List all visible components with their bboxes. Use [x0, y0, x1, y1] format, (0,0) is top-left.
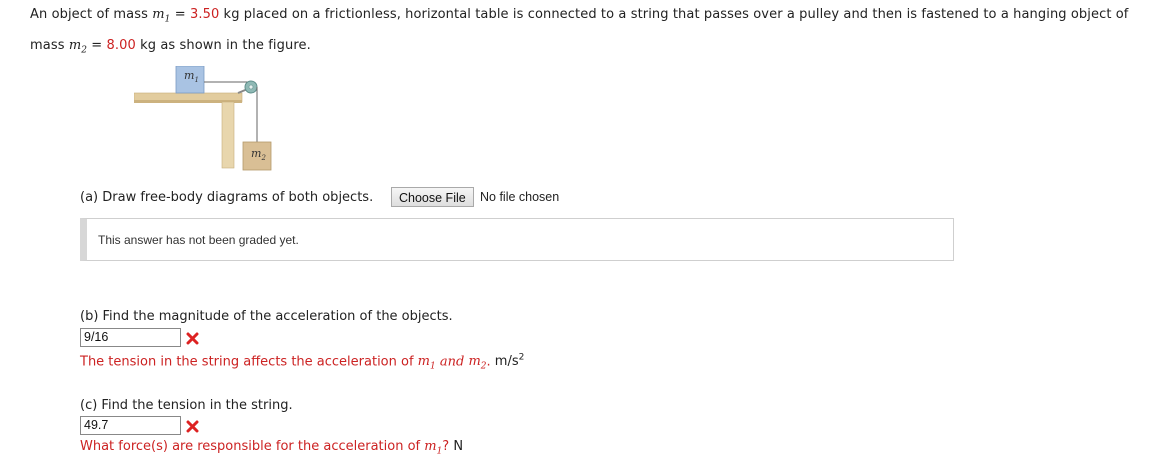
pulley-axle	[248, 84, 254, 90]
part-c-prompt: (c) Find the tension in the string.	[80, 398, 293, 413]
choose-file-button[interactable]: Choose File	[391, 187, 474, 207]
fb-m1-symbol: m1	[424, 439, 443, 457]
part-b-prompt: (b) Find the magnitude of the accelerati…	[80, 309, 453, 324]
m2-value: 8.00	[106, 37, 136, 53]
m2-label: m2	[251, 147, 266, 163]
part-c-unit: N	[449, 439, 464, 454]
fb-m2-symbol: m2	[468, 354, 487, 372]
problem-text: An object of mass	[30, 7, 153, 22]
part-a-prompt: (a) Draw free-body diagrams of both obje…	[80, 190, 374, 205]
graded-notice: This answer has not been graded yet.	[80, 218, 954, 261]
problem-statement: An object of mass m1 = 3.50 kg placed on…	[30, 7, 1129, 56]
fb-m1-symbol: m1	[417, 354, 436, 372]
pulley-figure: m1 m2	[133, 65, 294, 180]
part-b-answer-input[interactable]: 9/16	[80, 328, 181, 347]
file-status: No file chosen	[480, 190, 560, 204]
m1-symbol: m1	[152, 7, 171, 25]
part-c-feedback: What force(s) are responsible for the ac…	[80, 439, 464, 457]
part-b-unit: m/s2	[490, 353, 525, 370]
m1-value: 3.50	[189, 7, 220, 22]
x-mark-icon	[186, 332, 199, 345]
pulley-diagram	[133, 65, 272, 171]
graded-notice-text: This answer has not been graded yet.	[98, 233, 299, 247]
x-mark-icon	[186, 420, 199, 433]
m2-symbol: m2	[68, 37, 88, 56]
table-leg	[221, 101, 235, 169]
part-b-feedback: The tension in the string affects the ac…	[80, 353, 525, 372]
m1-label: m1	[184, 69, 199, 85]
part-c-answer-input[interactable]: 49.7	[80, 416, 181, 435]
